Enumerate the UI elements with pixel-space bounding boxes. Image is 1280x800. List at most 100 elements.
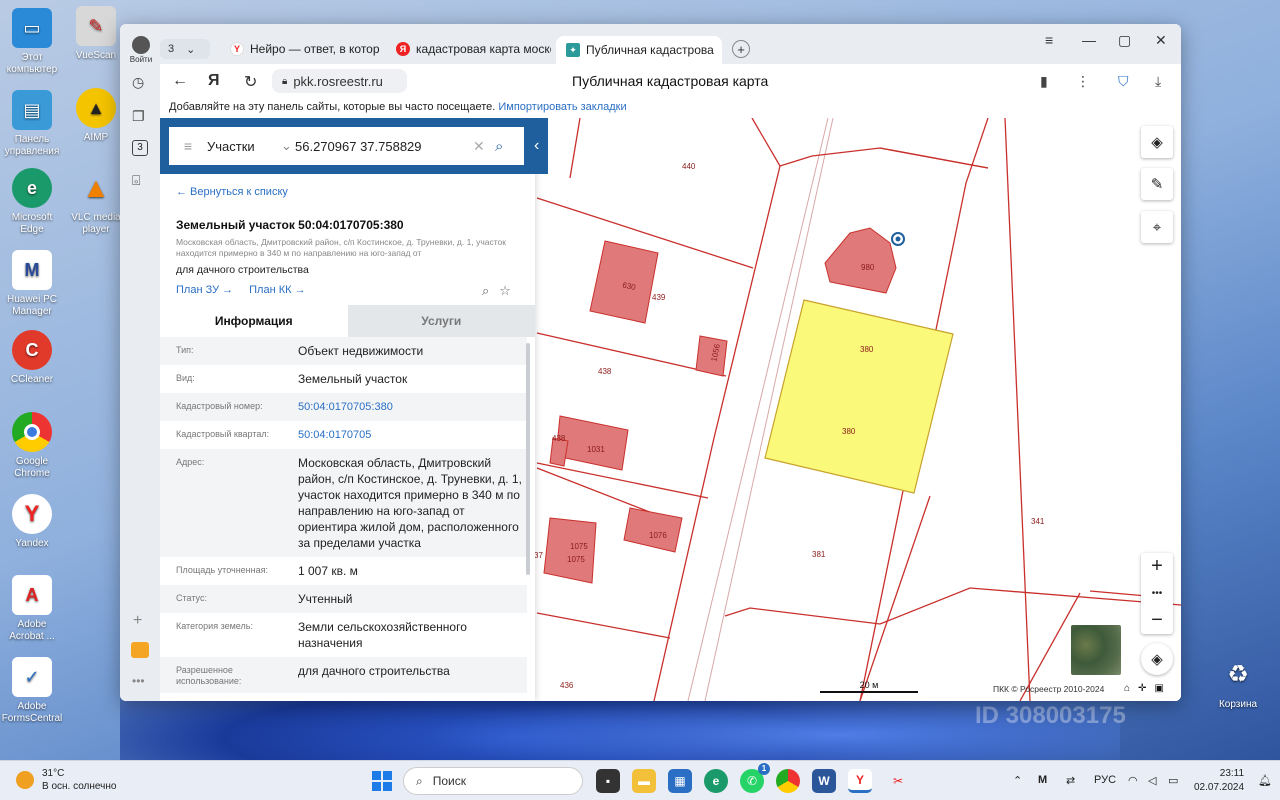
whatsapp-icon[interactable]: ✆ 1 <box>740 763 770 793</box>
file-explorer-icon[interactable]: ▬ <box>632 769 656 793</box>
chrome-taskbar-icon[interactable] <box>776 769 800 793</box>
back-to-list-link[interactable]: ← Вернуться к списку <box>176 186 288 198</box>
desktop-icon-aimp[interactable]: ▲ AIMP <box>64 88 128 144</box>
search-icon[interactable]: ⌕ <box>495 138 517 155</box>
map-label: 381 <box>812 550 826 559</box>
profile-button[interactable]: Войти <box>128 36 154 64</box>
tab-count-button[interactable]: 3 ⌄ <box>160 39 210 59</box>
minimize-icon[interactable]: — <box>1082 32 1096 48</box>
document-search-icon[interactable]: ⌕ <box>482 283 489 299</box>
desktop-icon-label: Панель управления <box>4 134 60 157</box>
add-icon[interactable]: + <box>133 612 142 630</box>
chevron-down-icon[interactable]: ⌄ <box>281 138 295 154</box>
clear-icon[interactable]: ✕ <box>473 138 495 155</box>
bookmark-icon[interactable]: ▮ <box>1040 73 1048 90</box>
recycle-bin-icon: ♻ <box>1227 661 1249 688</box>
desktop-icon-ccleaner[interactable]: C CCleaner <box>0 330 64 386</box>
compass-icon[interactable]: ◈ <box>1141 643 1173 675</box>
plan-zu-link[interactable]: План ЗУ → <box>176 284 233 296</box>
battery-icon[interactable]: ▭ <box>1168 774 1178 787</box>
switch-icon[interactable]: ⇄ <box>1066 774 1075 787</box>
zoom-in-button[interactable]: + <box>1151 555 1163 578</box>
wifi-icon[interactable]: ◠ <box>1128 774 1138 787</box>
zoom-more-icon: ••• <box>1151 588 1163 599</box>
start-button[interactable] <box>372 771 392 791</box>
address-bar[interactable]: 🔒︎ pkk.rosreestr.ru <box>272 69 407 93</box>
star-icon[interactable]: ☆ <box>499 283 511 299</box>
property-key: Кадастровый номер: <box>176 401 263 411</box>
menu-icon[interactable]: ≡ <box>1045 32 1053 48</box>
more-vertical-icon[interactable]: ⋮ <box>1076 73 1090 90</box>
import-bookmarks-link[interactable]: Импортировать закладки <box>498 101 626 113</box>
desktop-icon-vuescan[interactable]: ✎ VueScan <box>64 6 128 62</box>
desktop-icon-chrome[interactable]: Google Chrome <box>0 412 64 480</box>
screenshot-icon[interactable]: ⌻ <box>132 172 140 189</box>
map-corner-icons: ⌂ ✛ ▣ <box>1124 683 1164 694</box>
store-icon[interactable]: ▦ <box>668 769 692 793</box>
desktop-icon-formscentral[interactable]: ✓ Adobe FormsCentral <box>0 657 64 725</box>
desktop-icon-huawei[interactable]: M Huawei PC Manager <box>0 250 64 318</box>
selected-parcel-380[interactable] <box>764 299 954 494</box>
tab-cadastral-search[interactable]: Я кадастровая карта моско <box>396 38 551 60</box>
mail-icon[interactable] <box>131 642 149 658</box>
hamburger-icon[interactable]: ≡ <box>169 138 207 154</box>
zoom-out-button[interactable]: − <box>1151 609 1163 632</box>
huawei-tray-icon[interactable]: M <box>1038 774 1047 786</box>
control-panel-icon: ▤ <box>12 90 52 130</box>
collections-icon[interactable]: ❐ <box>132 108 145 125</box>
tab-information[interactable]: Информация <box>160 305 348 337</box>
protect-icon[interactable]: ⛉ <box>1118 73 1129 90</box>
ruler-icon[interactable]: ✎ <box>1141 168 1173 200</box>
search-mode-select[interactable]: Участки <box>207 139 281 154</box>
user-avatar-icon <box>132 36 150 54</box>
browser-window: Войти 3 ⌄ Y Нейро — ответ, в которо Я ка… <box>120 24 1181 701</box>
collapse-panel-icon[interactable]: ‹ <box>534 137 539 155</box>
property-key: Тип: <box>176 345 194 355</box>
desktop-icon-recycle-bin[interactable]: ♻ Корзина <box>1206 655 1270 711</box>
desktop-icon-edge[interactable]: e Microsoft Edge <box>0 168 64 236</box>
home-icon[interactable]: ⌂ <box>1124 683 1130 694</box>
chevron-up-icon[interactable]: ⌃ <box>1013 774 1022 787</box>
reload-icon[interactable]: ↻ <box>244 72 257 92</box>
notifications-icon[interactable]: 🔔︎ <box>1258 774 1272 787</box>
fullscreen-icon[interactable]: ▣ <box>1154 683 1163 694</box>
tab-neuro[interactable]: Y Нейро — ответ, в которо <box>230 38 380 60</box>
locate-icon[interactable]: ⌖ <box>1141 211 1173 243</box>
history-icon[interactable]: ◷ <box>132 74 144 91</box>
plan-kk-link[interactable]: План КК → <box>249 284 305 296</box>
tabs-counter-icon[interactable]: 3 <box>132 140 148 156</box>
search-input[interactable]: 56.270967 37.758829 <box>295 139 473 154</box>
word-icon[interactable]: W <box>812 769 836 793</box>
crosshair-icon[interactable]: ✛ <box>1138 683 1146 694</box>
property-key: Площадь уточненная: <box>176 565 268 575</box>
edge-taskbar-icon[interactable]: e <box>704 769 728 793</box>
desktop-icon-yandex[interactable]: Y Yandex <box>0 494 64 550</box>
panel-scrollbar[interactable] <box>526 343 530 575</box>
yandex-taskbar-icon[interactable]: Y <box>848 769 872 793</box>
desktop-icon-acrobat[interactable]: A Adobe Acrobat ... <box>0 575 64 643</box>
cadastral-quarter-link[interactable]: 50:04:0170705 <box>298 427 524 443</box>
weather-widget[interactable]: 31°C В осн. солнечно <box>16 767 116 793</box>
desktop-icon-control-panel[interactable]: ▤ Панель управления <box>0 90 64 158</box>
layers-icon[interactable]: ◈ <box>1141 126 1173 158</box>
close-window-icon[interactable]: ✕ <box>1155 32 1167 49</box>
monitor-icon: ▭ <box>12 8 52 48</box>
clock[interactable]: 23:11 02.07.2024 <box>1194 767 1244 795</box>
satellite-minimap[interactable] <box>1070 624 1122 676</box>
yandex-home-icon[interactable]: Я <box>208 72 220 90</box>
cadastral-number-link[interactable]: 50:04:0170705:380 <box>298 399 524 415</box>
snipping-tool-icon[interactable]: ✂ <box>886 769 910 793</box>
maximize-icon[interactable]: ▢ <box>1118 32 1131 49</box>
back-arrow-icon[interactable]: ← <box>172 72 188 90</box>
more-icon[interactable]: ••• <box>132 674 145 688</box>
download-icon[interactable]: ⤓ <box>1155 73 1161 90</box>
desktop-icon-vlc[interactable]: ▲ VLC media player <box>64 168 128 236</box>
tab-public-cadastral-map[interactable]: ✦ Публичная кадастрова × <box>556 36 722 64</box>
language-indicator[interactable]: РУС <box>1094 774 1116 786</box>
tab-services[interactable]: Услуги <box>347 305 535 337</box>
desktop-icon-this-pc[interactable]: ▭ Этот компьютер <box>0 8 64 76</box>
taskbar-search[interactable]: ⌕ Поиск <box>403 767 583 795</box>
new-tab-button[interactable]: + <box>732 40 750 58</box>
volume-icon[interactable]: ◁ <box>1148 774 1156 787</box>
task-view-icon[interactable]: ▪ <box>596 769 620 793</box>
